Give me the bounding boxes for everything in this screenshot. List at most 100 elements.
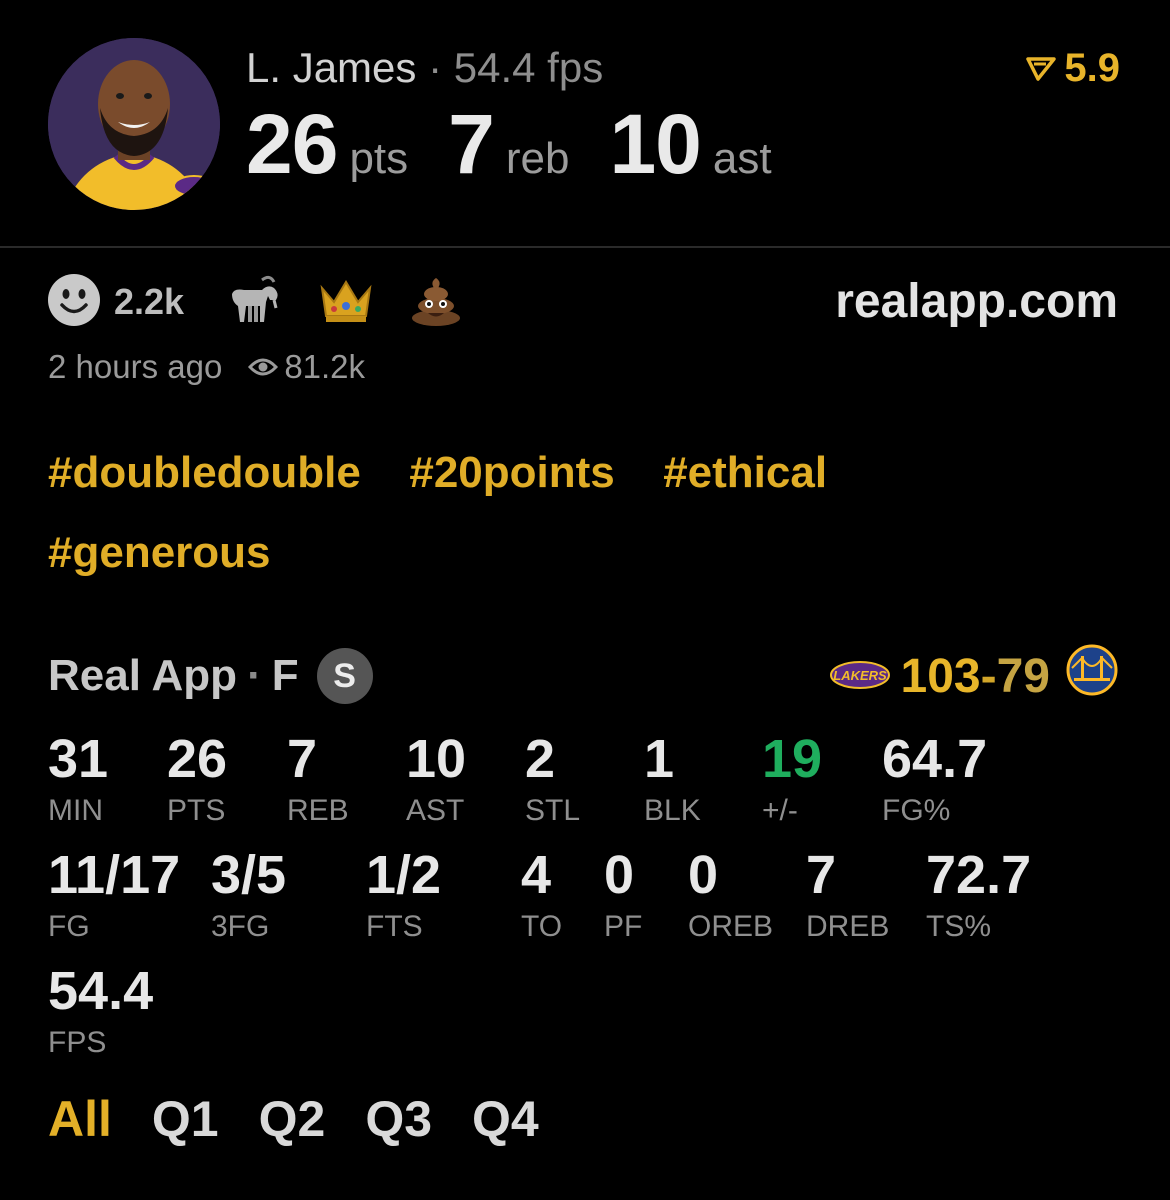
stat-label: OREB bbox=[688, 910, 774, 943]
rating-value: 5.9 bbox=[1064, 46, 1120, 90]
hashtag-list: #doubledouble #20points #ethical #genero… bbox=[48, 448, 1128, 608]
stat-label: MIN bbox=[48, 794, 103, 827]
stat-to: 4 TO bbox=[521, 848, 562, 944]
stat-value: 2 bbox=[525, 729, 556, 789]
stat-fg: 11/17 FG bbox=[48, 848, 180, 944]
eye-icon bbox=[248, 358, 279, 376]
stat-value: 31 bbox=[48, 729, 109, 789]
warriors-logo-icon bbox=[1066, 644, 1118, 708]
source-name[interactable]: Real App bbox=[48, 651, 237, 701]
stat-stl: 2 STL bbox=[525, 732, 580, 828]
stat-value: 7 bbox=[287, 729, 318, 789]
stat-pf: 0 PF bbox=[604, 848, 642, 944]
quarter-tabs: All Q1 Q2 Q3 Q4 bbox=[48, 1090, 579, 1148]
stat-label: FG% bbox=[882, 794, 951, 827]
hashtag[interactable]: #doubledouble bbox=[48, 448, 361, 498]
stat-value: 72.7 bbox=[926, 845, 1032, 905]
fps-summary: 54.4 fps bbox=[453, 44, 604, 91]
stat-fts: 1/2 FTS bbox=[366, 848, 441, 944]
rebounds-value: 7 bbox=[448, 97, 495, 191]
player-name-line: L. James · 54.4 fps bbox=[246, 44, 603, 92]
stat-min: 31 MIN bbox=[48, 732, 108, 828]
stat-label: DREB bbox=[806, 910, 890, 943]
away-score: 79 bbox=[996, 649, 1050, 703]
stat-label: AST bbox=[406, 794, 465, 827]
home-score: 103 bbox=[900, 649, 981, 703]
points-value: 26 bbox=[246, 97, 338, 191]
assists-unit: ast bbox=[712, 134, 772, 183]
stat-fps: 54.4 FPS bbox=[48, 964, 153, 1060]
reaction-count: 2.2k bbox=[114, 281, 185, 322]
player-name[interactable]: L. James bbox=[246, 44, 416, 91]
stat-blk: 1 BLK bbox=[644, 732, 701, 828]
stat-value: 11/17 bbox=[48, 845, 181, 905]
stat-value: 0 bbox=[604, 845, 635, 905]
time-ago: 2 hours ago bbox=[48, 348, 223, 385]
rating-icon bbox=[1026, 56, 1057, 81]
stat-value: 7 bbox=[806, 845, 837, 905]
stat-label: PF bbox=[604, 910, 643, 943]
stat-oreb: 0 OREB bbox=[688, 848, 773, 944]
stat-value: 1 bbox=[644, 729, 675, 789]
stat-value: 1/2 bbox=[366, 845, 442, 905]
stat-pts: 26 PTS bbox=[167, 732, 227, 828]
hashtag[interactable]: #ethical bbox=[663, 448, 827, 498]
stat-value: 26 bbox=[167, 729, 228, 789]
stat-dreb: 7 DREB bbox=[806, 848, 889, 944]
game-status: F bbox=[271, 651, 299, 700]
game-source: Real App · F S bbox=[48, 648, 373, 704]
separator-dot: · bbox=[247, 651, 262, 700]
hashtag[interactable]: #20points bbox=[409, 448, 614, 498]
stat-value: 0 bbox=[688, 845, 719, 905]
stat-label: BLK bbox=[644, 794, 701, 827]
player-header: L. James · 54.4 fps 26 pts 7 reb 10 ast … bbox=[0, 0, 1170, 246]
score-dash: - bbox=[980, 649, 997, 703]
stat-ast: 10 AST bbox=[406, 732, 466, 828]
stat-label: TO bbox=[521, 910, 563, 943]
view-count: 81.2k bbox=[248, 348, 365, 386]
tab-q2[interactable]: Q2 bbox=[259, 1090, 326, 1148]
player-avatar[interactable] bbox=[48, 38, 220, 210]
poop-icon[interactable] bbox=[408, 272, 464, 333]
stat-value: 4 bbox=[521, 845, 552, 905]
post-meta: 2 hours ago 81.2k bbox=[48, 348, 365, 386]
stat-value: 10 bbox=[406, 729, 467, 789]
stat-value: 19 bbox=[762, 729, 823, 789]
source-badge[interactable]: S bbox=[316, 648, 373, 704]
rating-badge[interactable]: 5.9 bbox=[1026, 46, 1120, 91]
svg-text:LAKERS: LAKERS bbox=[833, 668, 887, 683]
tab-q1[interactable]: Q1 bbox=[152, 1090, 219, 1148]
stat-fg-pct: 64.7 FG% bbox=[882, 732, 987, 828]
stat-label: TS% bbox=[926, 910, 992, 943]
reaction-bar: 2.2k bbox=[46, 272, 498, 332]
game-score[interactable]: LAKERS 103 - 79 bbox=[829, 644, 1118, 708]
stat-label: PTS bbox=[167, 794, 226, 827]
rebounds-unit: reb bbox=[505, 134, 570, 183]
stat-reb: 7 REB bbox=[287, 732, 349, 828]
assists-value: 10 bbox=[609, 97, 701, 191]
stat-plus-minus: 19 +/- bbox=[762, 732, 822, 828]
hashtag[interactable]: #generous bbox=[48, 528, 271, 578]
site-link[interactable]: realapp.com bbox=[835, 274, 1118, 329]
view-count-value: 81.2k bbox=[284, 348, 366, 385]
goat-icon[interactable] bbox=[224, 272, 284, 333]
stat-ts-pct: 72.7 TS% bbox=[926, 848, 1031, 944]
smiley-icon[interactable] bbox=[46, 272, 102, 333]
header-divider bbox=[0, 246, 1170, 248]
stat-label: FG bbox=[48, 910, 90, 943]
headline-statline: 26 pts 7 reb 10 ast bbox=[246, 96, 812, 193]
stat-label: FTS bbox=[366, 910, 423, 943]
tab-q3[interactable]: Q3 bbox=[365, 1090, 432, 1148]
stat-value: 54.4 bbox=[48, 961, 154, 1021]
stat-label: +/- bbox=[762, 794, 798, 827]
tab-all[interactable]: All bbox=[48, 1090, 112, 1148]
stat-value: 3/5 bbox=[211, 845, 287, 905]
stat-value: 64.7 bbox=[882, 729, 988, 789]
stat-label: 3FG bbox=[211, 910, 270, 943]
lakers-logo-icon: LAKERS bbox=[829, 649, 891, 704]
stat-label: STL bbox=[525, 794, 581, 827]
tab-q4[interactable]: Q4 bbox=[472, 1090, 539, 1148]
crown-icon[interactable] bbox=[318, 272, 374, 333]
stat-label: FPS bbox=[48, 1026, 107, 1059]
separator-dot: · bbox=[428, 44, 443, 91]
